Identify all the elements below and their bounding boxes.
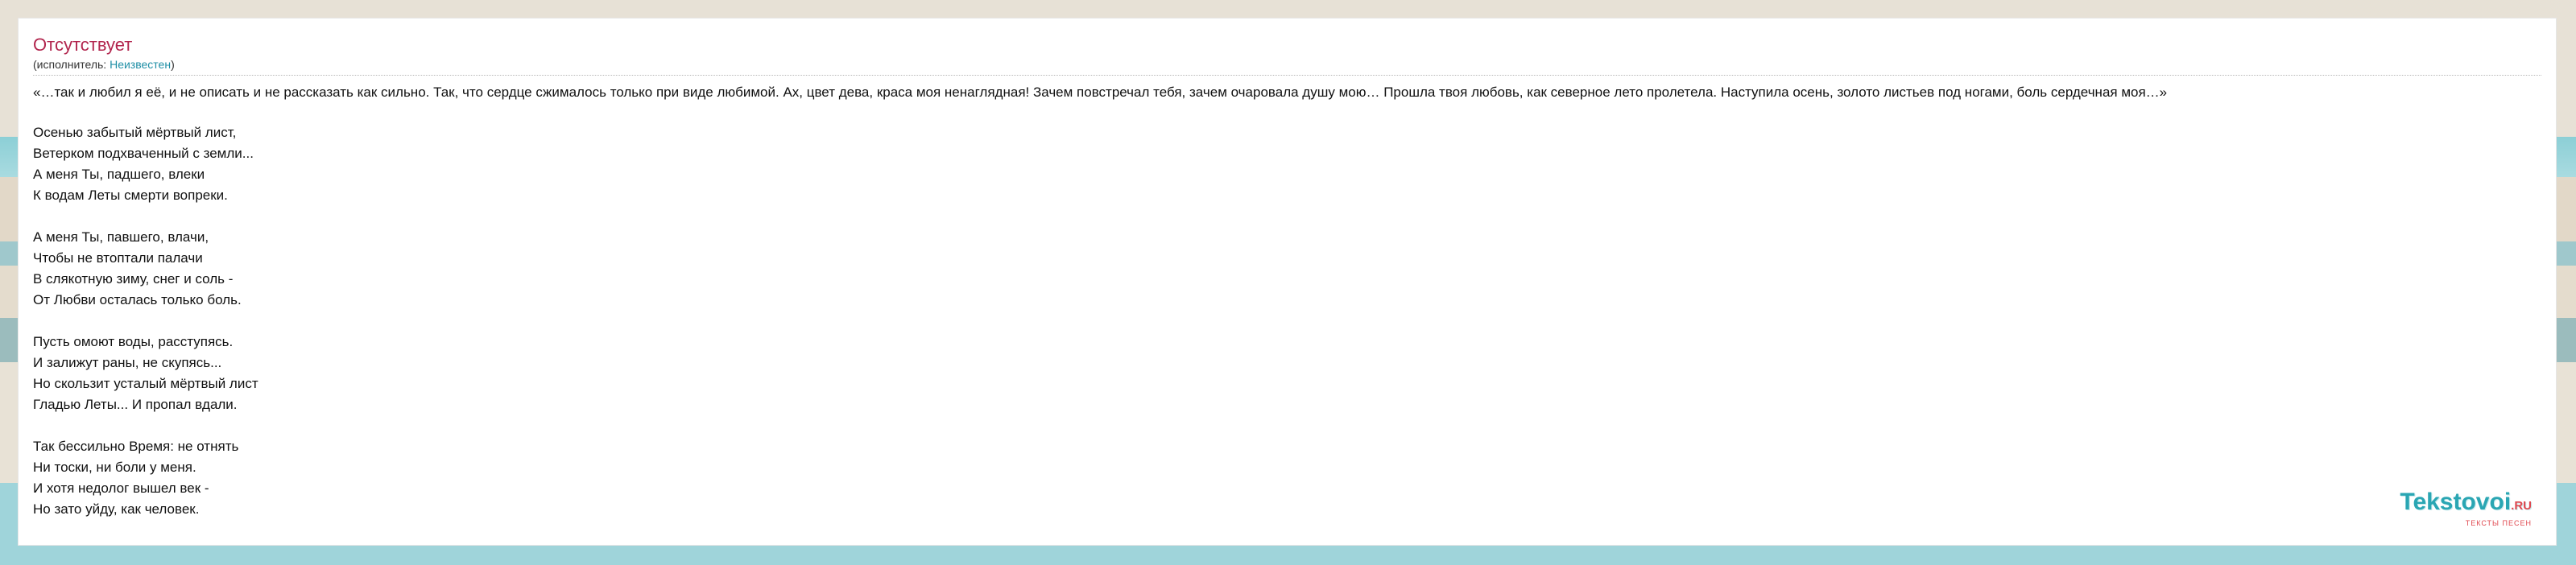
performer-link[interactable]: Неизвестен <box>110 58 171 71</box>
lyric-line: Гладью Леты... И пропал вдали. <box>33 397 238 412</box>
lyric-line: От Любви осталась только боль. <box>33 292 242 307</box>
stanza: Пусть омоют воды, расступясь. И залижут … <box>33 332 2541 415</box>
lyric-line: И залижут раны, не скупясь... <box>33 355 222 370</box>
logo-name: Tekstovoi <box>2400 489 2512 515</box>
logo-tld: .RU <box>2511 499 2532 513</box>
lyric-line: В слякотную зиму, снег и соль - <box>33 271 234 287</box>
song-title: Отсутствует <box>33 35 133 55</box>
lyric-line: А меня Ты, павшего, влачи, <box>33 229 209 245</box>
lyric-line: Но скользит усталый мёртвый лист <box>33 376 258 391</box>
lyric-line: К водам Леты смерти вопреки. <box>33 188 228 203</box>
performer-prefix: (исполнитель: <box>33 58 110 71</box>
stanza: Так бессильно Время: не отнять Ни тоски,… <box>33 436 2541 520</box>
stanza: А меня Ты, павшего, влачи, Чтобы не втоп… <box>33 227 2541 311</box>
lyrics-body: Осенью забытый мёртвый лист, Ветерком по… <box>33 122 2541 520</box>
lyric-line: Пусть омоют воды, расступясь. <box>33 334 234 349</box>
lyric-line: Ветерком подхваченный с земли... <box>33 146 254 161</box>
lyric-line: А меня Ты, падшего, влеки <box>33 167 205 182</box>
lyric-line: Но зато уйду, как человек. <box>33 501 200 517</box>
lyric-line: Чтобы не втоптали палачи <box>33 250 203 266</box>
logo-tagline: ТЕКСТЫ ПЕСЕН <box>2465 519 2532 527</box>
site-logo[interactable]: Tekstovoi.RU ТЕКСТЫ ПЕСЕН <box>2400 490 2532 528</box>
performer-line: (исполнитель: Неизвестен) <box>33 57 2541 76</box>
lyric-line: И хотя недолог вышел век - <box>33 480 209 496</box>
lyrics-card: Отсутствует (исполнитель: Неизвестен) «…… <box>18 18 2557 546</box>
performer-suffix: ) <box>171 58 175 71</box>
intro-text: «…так и любил я её, и не описать и не ра… <box>33 85 2168 100</box>
logo-wordmark: Tekstovoi.RU <box>2400 490 2532 518</box>
lyric-line: Ни тоски, ни боли у меня. <box>33 460 196 475</box>
stanza: Осенью забытый мёртвый лист, Ветерком по… <box>33 122 2541 206</box>
lyric-line: Так бессильно Время: не отнять <box>33 439 239 454</box>
lyric-line: Осенью забытый мёртвый лист, <box>33 125 237 140</box>
